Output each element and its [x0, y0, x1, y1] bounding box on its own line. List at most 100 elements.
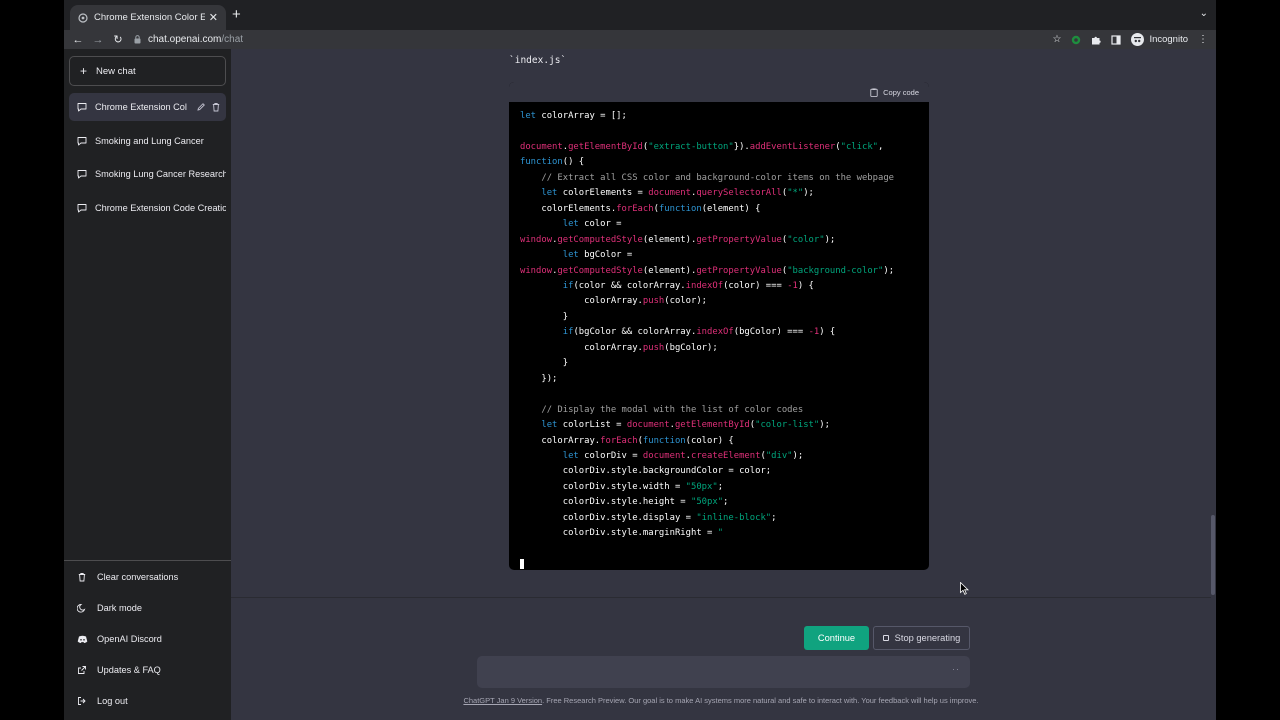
code-token: colorDiv.style.display = — [520, 512, 697, 523]
conversation-label: Chrome Extension Col — [95, 102, 187, 112]
code-token: (element). — [642, 265, 697, 276]
scrollbar-thumb[interactable] — [1211, 515, 1215, 595]
code-line: let colorDiv = document.createElement("d… — [520, 449, 918, 464]
tab-title: Chrome Extension Color Extrac — [94, 12, 205, 23]
code-line: if(bgColor && colorArray.indexOf(bgColor… — [520, 325, 918, 340]
stop-generating-button[interactable]: Stop generating — [873, 626, 970, 650]
side-panel-icon[interactable] — [1111, 34, 1122, 45]
code-token: getComputedStyle — [557, 265, 643, 276]
code-token: , — [878, 141, 884, 152]
prompt-input[interactable]: ·· — [477, 656, 970, 688]
code-token: getComputedStyle — [557, 234, 643, 245]
extension-badge-icon[interactable] — [1071, 35, 1081, 45]
discord-link[interactable]: OpenAI Discord — [69, 626, 226, 652]
browser-tab[interactable]: Chrome Extension Color Extrac ✕ — [70, 5, 226, 30]
code-token: "div" — [765, 450, 793, 461]
code-token: " — [717, 528, 724, 539]
code-token: window — [520, 234, 553, 245]
conversation-item[interactable]: Smoking and Lung Cancer — [69, 127, 226, 155]
log-out-button[interactable]: Log out — [69, 688, 226, 714]
code-line: colorDiv.style.backgroundColor = color; — [520, 464, 918, 479]
conversation-item[interactable]: Chrome Extension Col — [69, 93, 226, 121]
continue-button[interactable]: Continue — [804, 626, 869, 650]
conversation-label: Chrome Extension Code Creation — [95, 203, 226, 213]
code-line: colorElements.forEach(function(element) … — [520, 202, 918, 217]
conversation-label: Smoking Lung Cancer Research — [95, 169, 226, 179]
chevron-down-icon[interactable]: ⌄ — [1200, 8, 1208, 19]
clear-conversations-button[interactable]: Clear conversations — [69, 564, 226, 590]
copy-code-button[interactable]: Copy code — [883, 88, 919, 97]
code-token: "color-list" — [755, 420, 820, 431]
dark-mode-button[interactable]: Dark mode — [69, 595, 226, 621]
code-token: colorArray. — [520, 435, 601, 446]
code-token: }). — [733, 141, 750, 152]
plus-icon: + — [80, 64, 88, 78]
text-cursor-icon — [520, 558, 524, 569]
code-header: Copy code — [509, 82, 929, 102]
trash-icon — [77, 572, 88, 582]
incognito-profile[interactable]: Incognito — [1131, 33, 1188, 46]
pencil-edit-icon[interactable] — [196, 102, 206, 112]
conversation-item[interactable]: Chrome Extension Code Creation — [69, 194, 226, 222]
code-token: colorDiv = — [584, 450, 643, 461]
chat-bubble-icon — [77, 136, 87, 146]
code-line: document.getElementById("extract-button"… — [520, 140, 918, 155]
version-link[interactable]: ChatGPT Jan 9 Version — [463, 696, 542, 705]
code-token: let — [562, 219, 585, 230]
dark-mode-label: Dark mode — [97, 603, 142, 613]
puzzle-extensions-icon[interactable] — [1091, 35, 1102, 45]
code-token: function — [642, 435, 686, 446]
external-link-icon — [77, 665, 88, 675]
new-chat-button[interactable]: + New chat — [69, 56, 226, 86]
conversation-item[interactable]: Smoking Lung Cancer Research — [69, 160, 226, 188]
moon-icon — [77, 603, 88, 613]
close-tab-icon[interactable]: ✕ — [209, 11, 218, 24]
code-token: getPropertyValue — [696, 265, 782, 276]
code-line: let bgColor = — [520, 248, 918, 263]
code-token: getPropertyValue — [696, 234, 782, 245]
browser-toolbar: ← → ↻ chat.openai.com/chat ☆ Incognito ⋮ — [64, 30, 1216, 49]
code-token: "50px" — [685, 481, 718, 492]
code-token: "50px" — [690, 497, 724, 508]
code-token: (color) { — [685, 435, 734, 446]
updates-faq-label: Updates & FAQ — [97, 665, 161, 675]
forward-arrow-icon[interactable]: → — [88, 34, 108, 46]
code-token: -1 — [808, 327, 820, 338]
code-token: } — [520, 358, 569, 369]
reload-icon[interactable]: ↻ — [108, 33, 128, 46]
code-token: () { — [562, 157, 585, 168]
code-token: createElement — [691, 450, 761, 461]
trash-icon[interactable] — [211, 102, 221, 112]
code-token: if — [562, 280, 574, 291]
code-token: if — [562, 327, 574, 338]
code-token: (color) === — [723, 280, 788, 291]
code-token: indexOf — [696, 327, 734, 338]
new-tab-icon[interactable]: + — [232, 6, 241, 24]
code-line: colorDiv.style.width = "50px"; — [520, 480, 918, 495]
back-arrow-icon[interactable]: ← — [68, 34, 88, 46]
code-token: (element). — [642, 234, 697, 245]
code-token: ); — [883, 265, 895, 276]
code-token: ; — [771, 512, 777, 523]
address-bar[interactable]: chat.openai.com/chat — [134, 30, 243, 49]
code-line: function() { — [520, 155, 918, 170]
updates-faq-link[interactable]: Updates & FAQ — [69, 657, 226, 683]
code-token: getElementById — [568, 141, 643, 152]
kebab-menu-icon[interactable]: ⋮ — [1198, 34, 1208, 45]
code-token: let — [541, 420, 563, 431]
code-token: "background-color" — [787, 265, 884, 276]
openai-favicon-icon — [78, 12, 88, 23]
star-icon[interactable]: ☆ — [1052, 34, 1061, 45]
code-token: // Display the modal with the list of co… — [541, 404, 804, 415]
code-line: colorArray.forEach(function(color) { — [520, 434, 918, 449]
code-token: document — [642, 450, 686, 461]
discord-icon — [77, 635, 88, 644]
code-token: -1 — [787, 280, 798, 291]
code-line: let colorElements = document.querySelect… — [520, 186, 918, 201]
code-token: colorDiv.style.backgroundColor = color; — [520, 466, 772, 477]
code-line: colorDiv.style.marginRight = " — [520, 526, 918, 541]
footer-text: . Free Research Preview. Our goal is to … — [542, 696, 979, 705]
